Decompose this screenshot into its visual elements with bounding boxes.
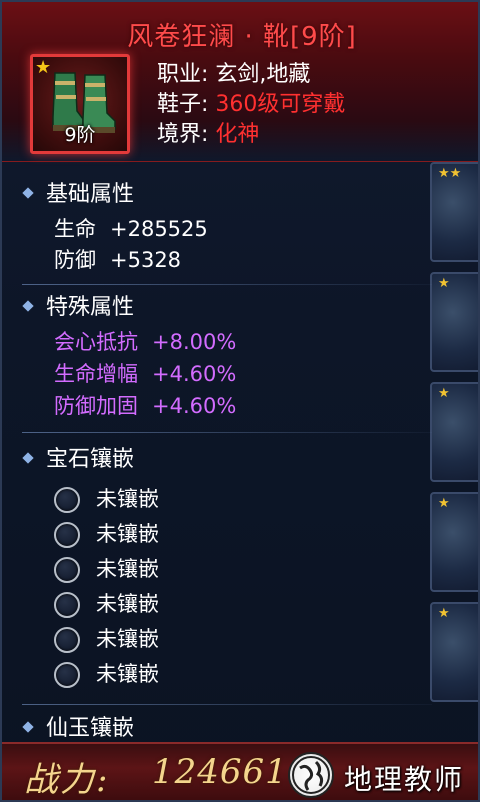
section-title: 特殊属性: [46, 295, 135, 320]
section-title: 仙玉镶嵌: [46, 716, 135, 741]
attr-name: 会心抵抗: [54, 330, 138, 354]
gem-socket-label: 未镶嵌: [96, 662, 159, 686]
attr-name: 生命: [54, 217, 96, 241]
gem-socket-label: 未镶嵌: [96, 522, 159, 546]
attr-row: 防御 +5328: [54, 245, 181, 275]
diamond-bullet-icon: [22, 187, 34, 199]
side-item-slot[interactable]: ★: [430, 382, 478, 482]
attr-value: +5328: [110, 248, 182, 272]
meta-value: 玄剑,地藏: [215, 62, 311, 87]
combat-power-label: 战力:: [24, 760, 110, 800]
meta-value: 化神: [215, 122, 260, 147]
gem-socket-row[interactable]: 未镶嵌: [54, 519, 159, 549]
attr-value: +4.60%: [152, 362, 237, 386]
section-special-attributes: 特殊属性: [22, 293, 135, 323]
diamond-bullet-icon: [22, 721, 34, 733]
section-jade-sockets: 仙玉镶嵌: [22, 714, 135, 744]
empty-socket-icon: [54, 487, 80, 513]
meta-row-realm: 境界: 化神: [157, 120, 345, 150]
section-divider: [22, 432, 432, 433]
meta-key: 境界:: [157, 122, 209, 147]
item-tooltip-panel: ★★ ★ ★ ★ ★ 风卷狂澜 · 靴[9阶] ★ 9阶 职业: 玄剑,地藏 鞋…: [0, 0, 480, 802]
attr-name: 生命增幅: [54, 362, 138, 386]
meta-row-level: 鞋子: 360级可穿戴: [157, 90, 345, 120]
item-tier-label: 9阶: [64, 124, 96, 146]
gem-socket-label: 未镶嵌: [96, 487, 159, 511]
gem-socket-label: 未镶嵌: [96, 557, 159, 581]
item-title: 风卷狂澜 · 靴[9阶]: [127, 22, 357, 52]
side-item-slot[interactable]: ★: [430, 492, 478, 592]
watermark-text: 地理教师: [344, 763, 465, 796]
empty-socket-icon: [54, 557, 80, 583]
meta-key: 职业:: [157, 62, 209, 87]
star-icon: ★: [35, 57, 52, 78]
star-icon: ★: [438, 386, 450, 401]
side-item-slot[interactable]: ★: [430, 272, 478, 372]
star-icon: ★: [438, 606, 450, 621]
section-title: 基础属性: [46, 182, 135, 207]
empty-socket-icon: [54, 662, 80, 688]
side-item-slot[interactable]: ★★: [430, 162, 478, 262]
attr-name: 防御加固: [54, 394, 138, 418]
gem-socket-row[interactable]: 未镶嵌: [54, 659, 159, 689]
attr-row: 会心抵抗 +8.00%: [54, 327, 236, 357]
section-divider: [22, 704, 432, 705]
attr-name: 防御: [54, 248, 96, 272]
empty-socket-icon: [54, 522, 80, 548]
star-icon: ★★: [438, 166, 462, 181]
side-item-slot[interactable]: ★: [430, 602, 478, 702]
side-item-slots: ★★ ★ ★ ★ ★: [428, 152, 478, 752]
gem-socket-row[interactable]: 未镶嵌: [54, 484, 159, 514]
attr-row: 生命增幅 +4.60%: [54, 359, 236, 389]
section-divider: [22, 284, 432, 285]
gem-socket-label: 未镶嵌: [96, 592, 159, 616]
item-meta: 职业: 玄剑,地藏 鞋子: 360级可穿戴 境界: 化神: [157, 60, 345, 150]
empty-socket-icon: [54, 592, 80, 618]
meta-value: 360级可穿戴: [215, 92, 346, 117]
item-header: 风卷狂澜 · 靴[9阶] ★ 9阶 职业: 玄剑,地藏 鞋子: 360级可穿戴 …: [2, 2, 478, 162]
section-gem-sockets: 宝石镶嵌: [22, 445, 135, 475]
empty-socket-icon: [54, 627, 80, 653]
attr-value: +285525: [110, 217, 208, 241]
attr-value: +4.60%: [152, 394, 237, 418]
star-icon: ★: [438, 276, 450, 291]
gem-socket-row[interactable]: 未镶嵌: [54, 554, 159, 584]
item-icon-slot[interactable]: ★ 9阶: [30, 54, 130, 154]
attr-row: 防御加固 +4.60%: [54, 391, 236, 421]
watermark: 地理教师: [288, 750, 478, 800]
gem-socket-row[interactable]: 未镶嵌: [54, 624, 159, 654]
gem-socket-label: 未镶嵌: [96, 627, 159, 651]
globe-logo-icon: [288, 752, 334, 798]
meta-key: 鞋子:: [157, 92, 209, 117]
section-title: 宝石镶嵌: [46, 447, 135, 472]
diamond-bullet-icon: [22, 452, 34, 464]
attr-value: +8.00%: [152, 330, 237, 354]
meta-row-class: 职业: 玄剑,地藏: [157, 60, 345, 90]
diamond-bullet-icon: [22, 300, 34, 312]
section-basic-attributes: 基础属性: [22, 180, 135, 210]
gem-socket-row[interactable]: 未镶嵌: [54, 589, 159, 619]
attr-row: 生命 +285525: [54, 214, 208, 244]
star-icon: ★: [438, 496, 450, 511]
combat-power-value: 124661: [152, 752, 288, 792]
